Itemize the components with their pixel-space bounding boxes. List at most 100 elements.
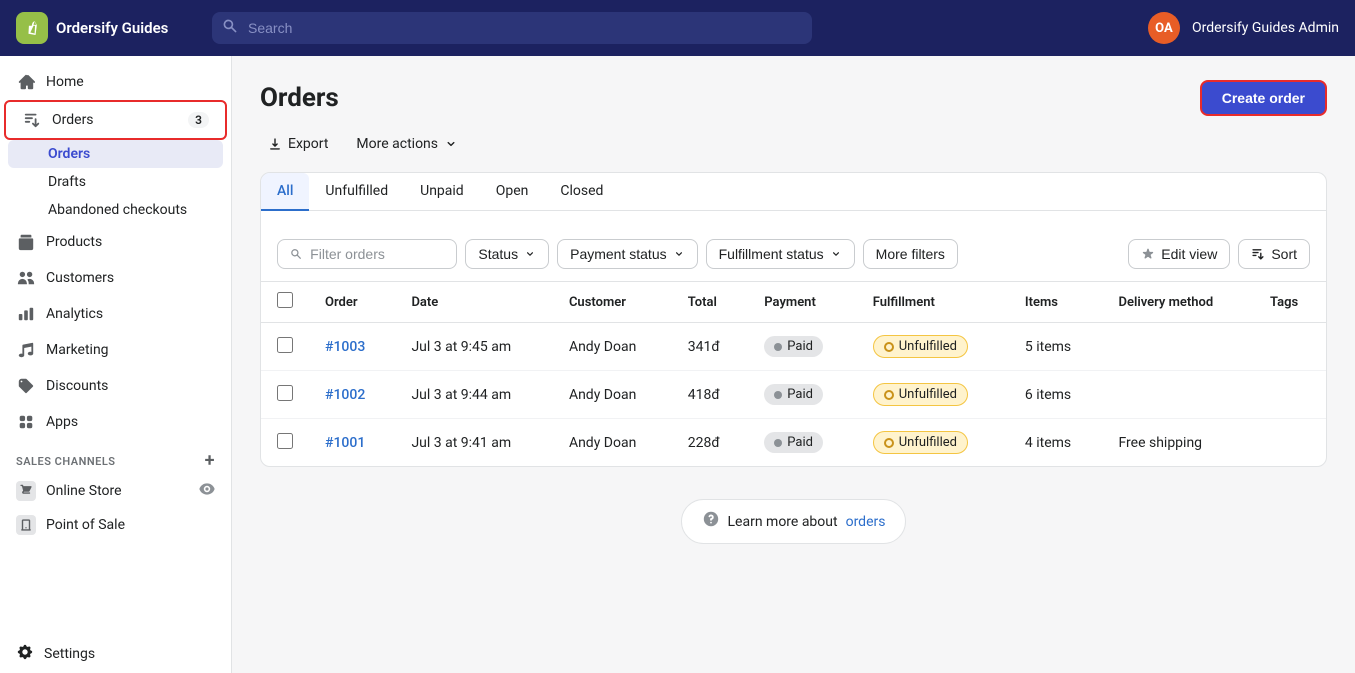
subnav-abandoned[interactable]: Abandoned checkouts <box>0 196 231 224</box>
sidebar-customers-label: Customers <box>46 270 114 286</box>
orders-icon <box>22 110 42 130</box>
payment-chevron-icon <box>673 248 685 260</box>
sidebar-item-products[interactable]: Products <box>0 224 231 260</box>
orders-badge: 3 <box>188 112 209 128</box>
edit-view-label: Edit view <box>1161 246 1217 262</box>
brand-logo[interactable]: Ordersify Guides <box>16 12 196 44</box>
unfulfilled-ring <box>884 342 894 352</box>
row-3-customer: Andy Doan <box>553 419 672 467</box>
sort-button[interactable]: Sort <box>1238 239 1310 269</box>
row-3-tags <box>1254 419 1326 467</box>
sidebar-item-pos[interactable]: Point of Sale <box>0 508 231 542</box>
learn-more-pill: Learn more about orders <box>681 499 907 544</box>
avatar[interactable]: OA <box>1148 12 1180 44</box>
search-input[interactable] <box>212 12 812 44</box>
col-delivery: Delivery method <box>1102 282 1254 323</box>
edit-view-button[interactable]: Edit view <box>1128 239 1230 269</box>
row-1-date: Jul 3 at 9:45 am <box>395 323 553 371</box>
sidebar-item-settings[interactable]: Settings <box>0 635 232 673</box>
subnav-drafts[interactable]: Drafts <box>0 168 231 196</box>
row-3-checkbox[interactable] <box>277 433 293 449</box>
select-all-checkbox[interactable] <box>277 292 293 308</box>
sort-icon <box>1251 247 1265 261</box>
apps-icon <box>16 412 36 432</box>
sidebar-item-customers[interactable]: Customers <box>0 260 231 296</box>
row-2-checkbox[interactable] <box>277 385 293 401</box>
sidebar-item-apps[interactable]: Apps <box>0 404 231 440</box>
status-filter-label: Status <box>478 246 518 262</box>
row-2-customer: Andy Doan <box>553 371 672 419</box>
more-actions-button[interactable]: More actions <box>348 132 466 156</box>
row-1-delivery <box>1102 323 1254 371</box>
filter-bar: Status Payment status Fulfillment status… <box>261 227 1326 282</box>
row-3-fulfillment-badge: Unfulfilled <box>873 431 968 454</box>
order-2-link[interactable]: #1002 <box>325 387 365 403</box>
export-button[interactable]: Export <box>260 132 336 156</box>
subnav-orders[interactable]: Orders <box>8 140 223 168</box>
row-2-total: 418đ <box>672 371 749 419</box>
row-3-payment-badge: Paid <box>764 432 823 453</box>
sidebar-item-online-store[interactable]: Online Store <box>0 474 231 508</box>
layout: Home Orders 3 Orders Drafts Abandoned ch… <box>0 56 1355 673</box>
col-tags: Tags <box>1254 282 1326 323</box>
tab-open[interactable]: Open <box>480 173 545 211</box>
sidebar-item-orders[interactable]: Orders 3 <box>4 100 227 140</box>
search-icon <box>222 18 238 38</box>
fulfillment-chevron-icon <box>830 248 842 260</box>
subnav-abandoned-label: Abandoned checkouts <box>48 202 187 218</box>
customers-icon <box>16 268 36 288</box>
row-2-payment-label: Paid <box>787 387 813 402</box>
table-body: #1003 Jul 3 at 9:45 am Andy Doan 341đ Pa… <box>261 323 1326 467</box>
sidebar-item-discounts[interactable]: Discounts <box>0 368 231 404</box>
discounts-icon <box>16 376 36 396</box>
analytics-icon <box>16 304 36 324</box>
filter-orders-input[interactable] <box>310 246 444 262</box>
settings-icon <box>16 643 34 665</box>
order-1-link[interactable]: #1003 <box>325 339 365 355</box>
sales-channels-section: SALES CHANNELS + <box>0 440 231 474</box>
pos-icon <box>16 515 36 535</box>
star-icon <box>1141 247 1155 261</box>
table-row: #1002 Jul 3 at 9:44 am Andy Doan 418đ Pa… <box>261 371 1326 419</box>
fulfillment-status-filter-button[interactable]: Fulfillment status <box>706 239 855 269</box>
row-2-tags <box>1254 371 1326 419</box>
row-1-checkbox[interactable] <box>277 337 293 353</box>
export-label: Export <box>288 136 328 152</box>
tab-closed[interactable]: Closed <box>544 173 619 211</box>
orders-subnav: Orders Drafts Abandoned checkouts <box>0 140 231 224</box>
sidebar-item-marketing[interactable]: Marketing <box>0 332 231 368</box>
brand-name: Ordersify Guides <box>56 19 168 37</box>
learn-more-link[interactable]: orders <box>846 514 886 530</box>
learn-more-text: Learn more about <box>728 514 838 530</box>
sidebar-item-home[interactable]: Home <box>0 64 231 100</box>
col-fulfillment: Fulfillment <box>857 282 1009 323</box>
create-order-button[interactable]: Create order <box>1200 80 1327 116</box>
tab-all[interactable]: All <box>261 173 309 211</box>
tab-unfulfilled[interactable]: Unfulfilled <box>309 173 404 211</box>
order-3-link[interactable]: #1001 <box>325 435 365 451</box>
table-row: #1001 Jul 3 at 9:41 am Andy Doan 228đ Pa… <box>261 419 1326 467</box>
pos-label: Point of Sale <box>46 517 125 533</box>
row-3-total: 228đ <box>672 419 749 467</box>
unfulfilled-ring <box>884 438 894 448</box>
tab-unpaid[interactable]: Unpaid <box>404 173 480 211</box>
row-2-delivery <box>1102 371 1254 419</box>
paid-dot <box>774 439 782 447</box>
sidebar-item-analytics[interactable]: Analytics <box>0 296 231 332</box>
filter-search-container <box>277 239 457 269</box>
sidebar-analytics-label: Analytics <box>46 306 103 322</box>
subnav-orders-label: Orders <box>48 146 90 162</box>
status-filter-button[interactable]: Status <box>465 239 549 269</box>
add-channel-button[interactable]: + <box>205 452 215 470</box>
orders-table-container: All Unfulfilled Unpaid Open Closed Statu… <box>260 172 1327 467</box>
row-1-total: 341đ <box>672 323 749 371</box>
sidebar-marketing-label: Marketing <box>46 342 109 358</box>
visibility-icon[interactable] <box>199 481 215 501</box>
paid-dot <box>774 391 782 399</box>
more-filters-button[interactable]: More filters <box>863 239 958 269</box>
orders-table: Order Date Customer Total Payment Fulfil… <box>261 282 1326 466</box>
row-1-fulfillment-badge: Unfulfilled <box>873 335 968 358</box>
payment-status-filter-button[interactable]: Payment status <box>557 239 698 269</box>
sidebar-apps-label: Apps <box>46 414 78 430</box>
col-date: Date <box>395 282 553 323</box>
